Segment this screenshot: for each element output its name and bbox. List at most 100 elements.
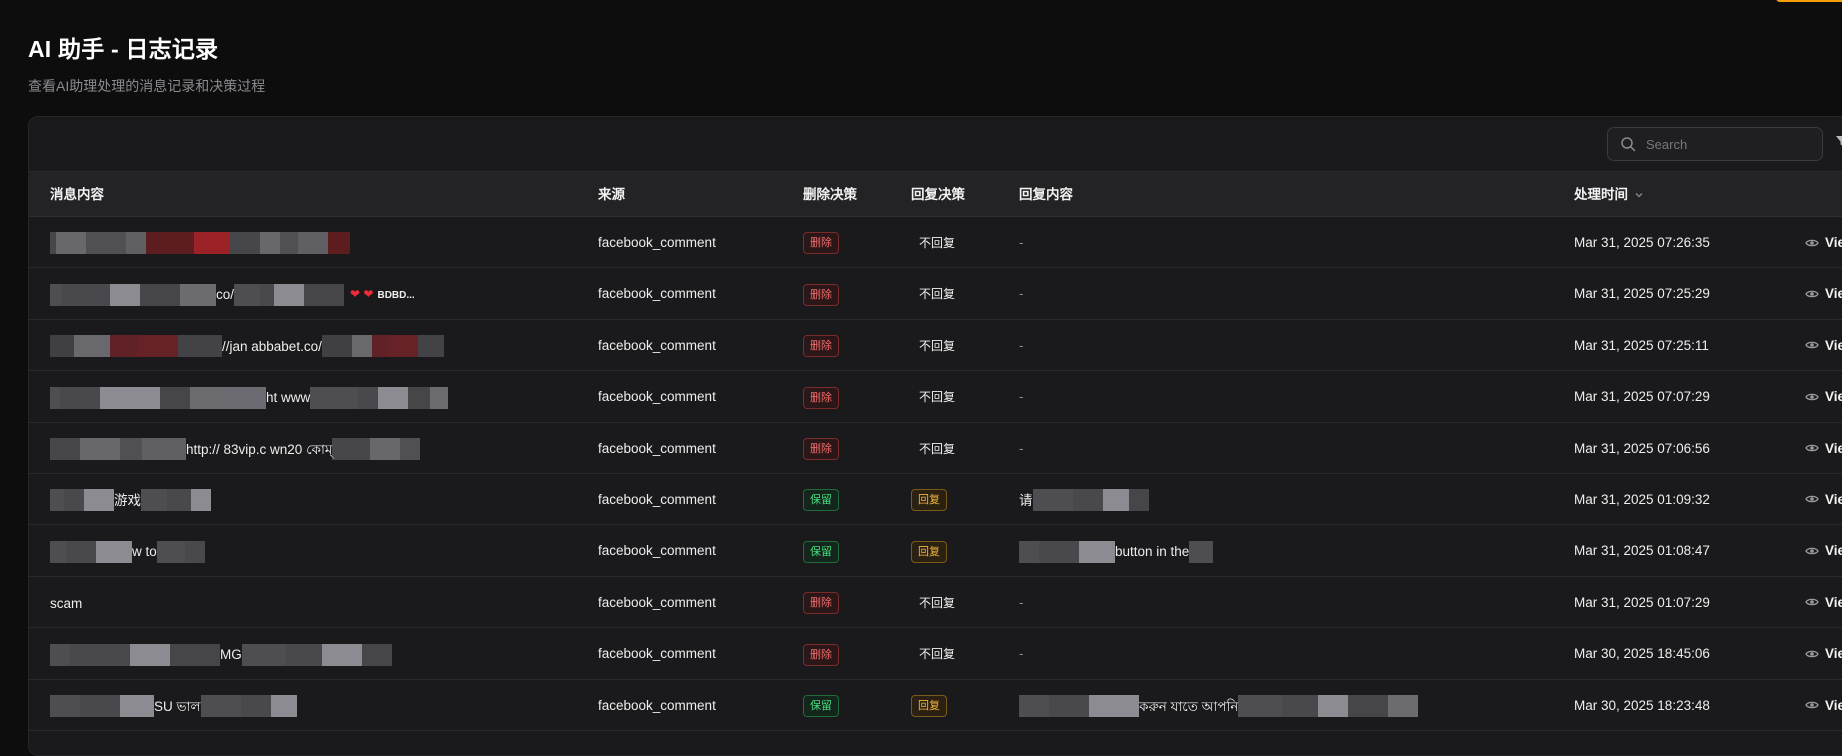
source-cell: facebook_comment	[598, 286, 716, 302]
table-row[interactable]: ht www facebook_comment 删除 不回复 - Mar 31, 2025…	[29, 371, 1842, 423]
redacted-text	[200, 694, 297, 717]
redacted-text	[50, 694, 154, 717]
column-header-delete-decision[interactable]: 删除决策	[803, 172, 857, 217]
reply-content-text: -	[1019, 286, 1024, 302]
redacted-text	[50, 232, 230, 255]
table-row[interactable]: co/ ❤ ❤ BDBD... facebook_comment 删除 不回复 - Mar 3…	[29, 268, 1842, 320]
column-header-message[interactable]: 消息内容	[50, 172, 104, 217]
delete-decision-cell: 删除	[803, 217, 839, 268]
delete-badge: 删除	[803, 386, 839, 409]
redacted-text	[50, 489, 114, 512]
eye-icon	[1805, 444, 1819, 452]
table-row[interactable]: w to facebook_comment 保留 回复 button in the Mar…	[29, 525, 1842, 577]
reply-content-cell: -	[1019, 217, 1579, 268]
keep-badge: 保留	[803, 540, 839, 563]
table-row[interactable]: SU ভাল facebook_comment 保留 回复 করুন যাতে আপনি…	[29, 680, 1842, 731]
column-header-time[interactable]: 处理时间	[1574, 172, 1644, 217]
processed-time-cell: Mar 31, 2025 07:26:35	[1574, 235, 1710, 250]
message-cell: ht www	[50, 371, 550, 422]
column-header-reply-content[interactable]: 回复内容	[1019, 172, 1073, 217]
view-label: View	[1825, 440, 1842, 456]
delete-badge: 删除	[803, 283, 839, 306]
reply-decision-cell: 回复	[911, 474, 947, 525]
view-cell: View	[1805, 268, 1842, 319]
redacted-text	[321, 335, 444, 358]
message-text: ht www	[266, 390, 311, 406]
filter-icon[interactable]	[1835, 134, 1842, 148]
delete-decision-cell: 删除	[803, 628, 839, 679]
message-cell	[50, 217, 550, 268]
page-header: AI 助手 - 日志记录 查看AI助理处理的消息记录和决策过程	[28, 30, 265, 96]
table-body: facebook_comment 删除 不回复 - Mar 31, 2025 07:26…	[29, 217, 1842, 731]
message-cell: SU ভাল	[50, 680, 550, 731]
view-label: View	[1825, 646, 1842, 662]
view-button[interactable]: View	[1805, 577, 1842, 628]
message-cell: //jan abbabet.co/	[50, 320, 550, 371]
redacted-text	[50, 643, 220, 666]
message-text: //jan abbabet.co/	[222, 338, 322, 354]
redacted-text	[1019, 540, 1115, 563]
reply-decision-cell: 回复	[911, 680, 947, 731]
delete-badge: 删除	[803, 438, 839, 460]
search-input[interactable]	[1646, 136, 1816, 152]
redacted-text	[230, 232, 350, 255]
table-row[interactable]: facebook_comment 删除 不回复 - Mar 31, 2025 07:26…	[29, 217, 1842, 269]
reply-decision-cell: 不回复	[911, 371, 955, 422]
search-box[interactable]	[1607, 127, 1823, 161]
view-label: View	[1825, 491, 1842, 507]
reply-content-cell: 请	[1019, 474, 1579, 525]
no-reply-label: 不回复	[919, 595, 956, 610]
view-button[interactable]: View	[1805, 525, 1842, 576]
eye-icon	[1805, 598, 1819, 606]
reply-content-cell: করুন যাতে আপনি	[1019, 680, 1579, 731]
redacted-text	[50, 283, 216, 306]
redacted-text	[1032, 489, 1149, 512]
view-button[interactable]: View	[1805, 320, 1842, 371]
reply-content-cell: -	[1019, 577, 1579, 628]
delete-decision-cell: 保留	[803, 680, 839, 731]
source-cell: facebook_comment	[598, 337, 716, 353]
table-row[interactable]: 游戏 facebook_comment 保留 回复 请 Mar 31, 2025 01:0…	[29, 474, 1842, 526]
source-cell: facebook_comment	[598, 389, 716, 405]
table-row[interactable]: //jan abbabet.co/facebook_comment 删除 不回复 - M…	[29, 320, 1842, 372]
table-row[interactable]: scam facebook_comment 删除 不回复 - Mar 31, 2025 0…	[29, 577, 1842, 629]
view-button[interactable]: View	[1805, 628, 1842, 679]
delete-badge: 删除	[803, 643, 839, 666]
message-text: http:// 83vip.c wn20 কোম্	[186, 441, 333, 457]
view-button[interactable]: View	[1805, 268, 1842, 319]
view-button[interactable]: View	[1805, 474, 1842, 525]
sort-chevron-down-icon[interactable]	[1634, 190, 1644, 200]
view-button[interactable]: View	[1805, 371, 1842, 422]
table-row[interactable]: MG facebook_comment 删除 不回复 - Mar 30, 2025 18:…	[29, 628, 1842, 680]
view-button[interactable]: View	[1805, 423, 1842, 474]
message-text: co/	[216, 287, 235, 303]
column-header-source[interactable]: 来源	[598, 172, 625, 217]
redacted-text	[310, 386, 449, 409]
view-cell: View	[1805, 628, 1842, 679]
column-header-reply-decision[interactable]: 回复决策	[911, 172, 965, 217]
view-cell: View	[1805, 577, 1842, 628]
view-label: View	[1825, 697, 1842, 713]
reply-content-cell: button in the	[1019, 525, 1579, 576]
eye-icon	[1805, 393, 1819, 400]
view-button[interactable]: View	[1805, 217, 1842, 268]
no-reply-label: 不回复	[919, 441, 956, 456]
delete-decision-cell: 删除	[803, 577, 839, 628]
delete-decision-cell: 删除	[803, 371, 839, 422]
reply-content-text: -	[1019, 440, 1024, 456]
delete-decision-cell: 删除	[803, 423, 839, 474]
redacted-text	[234, 283, 345, 306]
processed-time-cell: Mar 31, 2025 01:09:32	[1574, 491, 1710, 507]
reply-content-text: -	[1019, 235, 1024, 250]
processed-time-cell: Mar 31, 2025 01:08:47	[1574, 543, 1710, 559]
message-cell: w to	[50, 525, 550, 576]
eye-icon	[1805, 701, 1819, 709]
reply-content-text: button in the	[1115, 544, 1190, 560]
delete-badge: 删除	[803, 335, 839, 358]
table-row[interactable]: http:// 83vip.c wn20 কোম্ facebook_commen…	[29, 423, 1842, 474]
message-cell: scam	[50, 577, 550, 628]
message-text: SU ভাল	[154, 698, 201, 714]
view-button[interactable]: View	[1805, 680, 1842, 731]
reply-decision-cell: 不回复	[911, 268, 955, 319]
reply-content-text: 请	[1019, 492, 1033, 508]
